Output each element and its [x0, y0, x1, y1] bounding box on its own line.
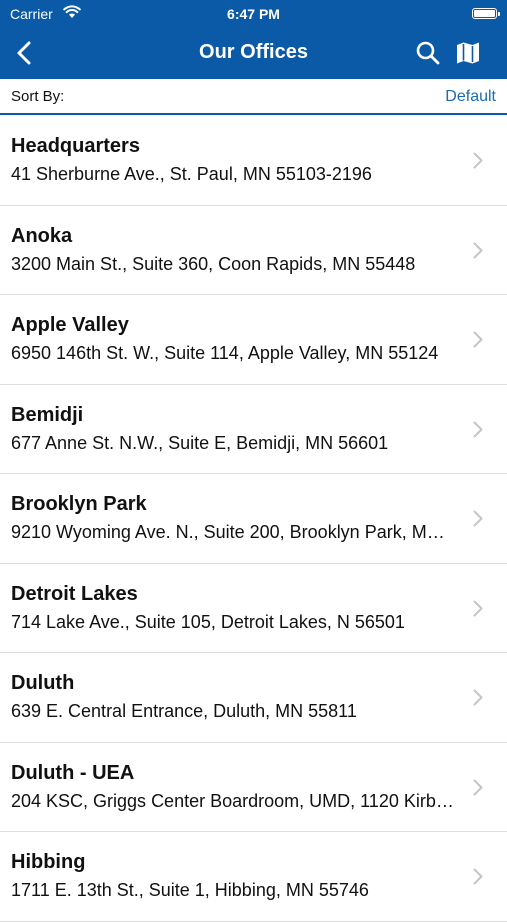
office-address: 639 E. Central Entrance, Duluth, MN 5581…: [11, 701, 357, 721]
office-name: Apple Valley: [11, 314, 129, 336]
status-time: 6:47 PM: [227, 6, 280, 22]
office-address: 6950 146th St. W., Suite 114, Apple Vall…: [11, 343, 439, 363]
office-row[interactable]: Hibbing 1711 E. 13th St., Suite 1, Hibbi…: [0, 832, 507, 922]
office-name: Anoka: [11, 224, 73, 247]
chevron-right-icon: [473, 600, 483, 617]
chevron-right-icon: [473, 152, 483, 169]
office-address: 1711 E. 13th St., Suite 1, Hibbing, MN 5…: [11, 880, 369, 900]
office-address: 714 Lake Ave., Suite 105, Detroit Lakes,…: [11, 611, 405, 632]
office-name: Detroit Lakes: [11, 582, 138, 605]
status-bar: Carrier 6:47 PM: [0, 0, 507, 28]
office-row[interactable]: Apple Valley 6950 146th St. W., Suite 11…: [0, 295, 507, 385]
office-address: 41 Sherburne Ave., St. Paul, MN 55103-21…: [11, 164, 372, 184]
chevron-right-icon: [473, 510, 483, 527]
office-row[interactable]: Duluth 639 E. Central Entrance, Duluth, …: [0, 653, 507, 743]
office-row[interactable]: Brooklyn Park 9210 Wyoming Ave. N., Suit…: [0, 474, 507, 564]
chevron-right-icon: [473, 689, 483, 706]
chevron-right-icon: [473, 868, 483, 885]
office-address: 9210 Wyoming Ave. N., Suite 200, Brookly…: [11, 522, 456, 542]
map-icon[interactable]: [455, 40, 481, 66]
office-row[interactable]: Bemidji 677 Anne St. N.W., Suite E, Bemi…: [0, 384, 507, 474]
chevron-right-icon: [473, 242, 483, 259]
office-address: 204 KSC, Griggs Center Boardroom, UMD, 1…: [11, 790, 456, 811]
office-row[interactable]: Detroit Lakes 714 Lake Ave., Suite 105, …: [0, 563, 507, 653]
office-name: Duluth - UEA: [11, 761, 135, 784]
office-name: Duluth: [11, 672, 75, 694]
office-address: 677 Anne St. N.W., Suite E, Bemidji, MN …: [11, 432, 389, 453]
office-list: Headquarters 41 Sherburne Ave., St. Paul…: [0, 116, 507, 922]
navigation-bar: Our Offices: [0, 28, 507, 79]
top-bar: Carrier 6:47 PM Our Offices: [0, 0, 507, 79]
office-row[interactable]: Duluth - UEA 204 KSC, Griggs Center Boar…: [0, 742, 507, 832]
office-row[interactable]: Anoka 3200 Main St., Suite 360, Coon Rap…: [0, 205, 507, 295]
chevron-right-icon: [473, 331, 483, 348]
office-name: Brooklyn Park: [11, 493, 147, 515]
chevron-right-icon: [473, 779, 483, 796]
office-name: Headquarters: [11, 135, 140, 157]
sort-bar: Sort By: Default: [0, 79, 507, 115]
office-row[interactable]: Headquarters 41 Sherburne Ave., St. Paul…: [0, 116, 507, 206]
office-name: Hibbing: [11, 851, 86, 873]
sort-option-button[interactable]: Default: [445, 88, 496, 106]
battery-icon: [472, 8, 500, 19]
sort-by-label: Sort By:: [11, 88, 65, 105]
office-name: Bemidji: [11, 403, 84, 426]
office-address: 3200 Main St., Suite 360, Coon Rapids, M…: [11, 253, 416, 274]
search-icon[interactable]: [415, 40, 441, 66]
chevron-right-icon: [473, 421, 483, 438]
